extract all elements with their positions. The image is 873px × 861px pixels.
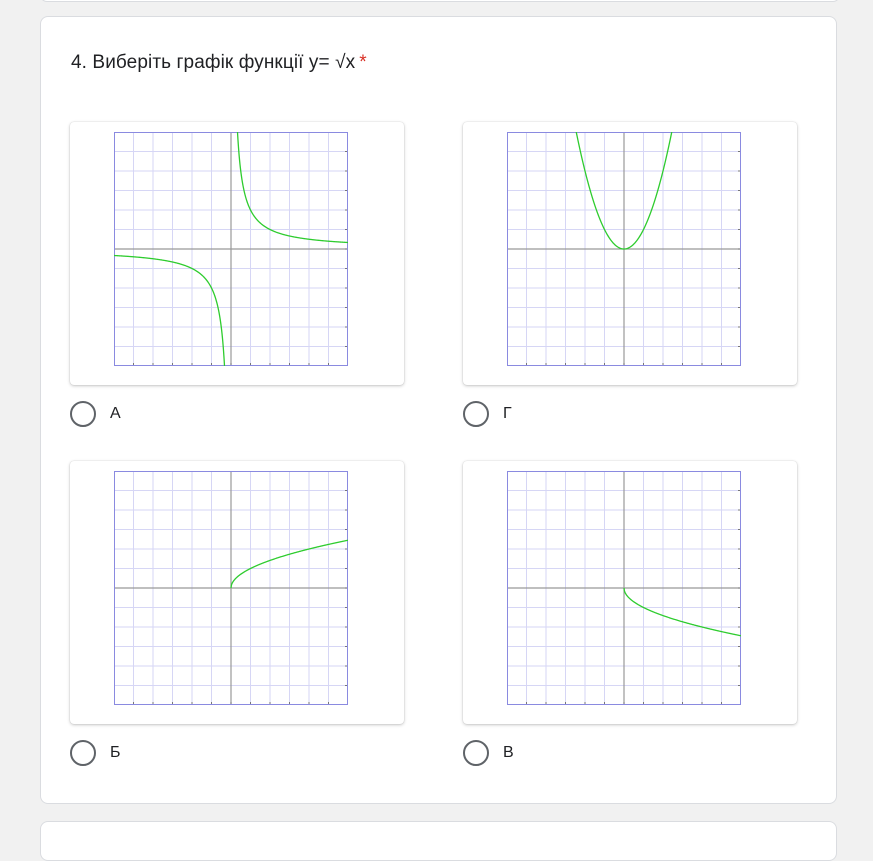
option-b-label: Б (110, 744, 121, 761)
question-text: 4. Виберіть графік функції у= √х (71, 52, 356, 73)
graph-neg-sqrt (507, 471, 741, 705)
graph-parabola (507, 132, 741, 366)
option-v[interactable]: В (463, 461, 799, 766)
option-v-label: В (503, 744, 514, 761)
option-g-image (463, 122, 797, 385)
option-v-image (463, 461, 797, 724)
option-a-image (70, 122, 404, 385)
option-v-radio[interactable] (463, 740, 489, 766)
option-b[interactable]: Б (70, 461, 406, 766)
option-g-radio[interactable] (463, 401, 489, 427)
option-a-radio[interactable] (70, 401, 96, 427)
next-question-card (40, 821, 837, 861)
question-card: 4. Виберіть графік функції у= √х* А Г Б (40, 16, 837, 804)
option-b-image (70, 461, 404, 724)
option-a-label: А (110, 405, 121, 422)
option-b-radio[interactable] (70, 740, 96, 766)
previous-question-card (40, 0, 840, 2)
graph-hyperbola (114, 132, 348, 366)
option-g-label: Г (503, 405, 512, 422)
option-a[interactable]: А (70, 122, 406, 427)
question-title: 4. Виберіть графік функції у= √х * (71, 52, 367, 74)
graph-sqrt (114, 471, 348, 705)
option-g[interactable]: Г (463, 122, 799, 427)
required-asterisk: * (359, 52, 367, 73)
